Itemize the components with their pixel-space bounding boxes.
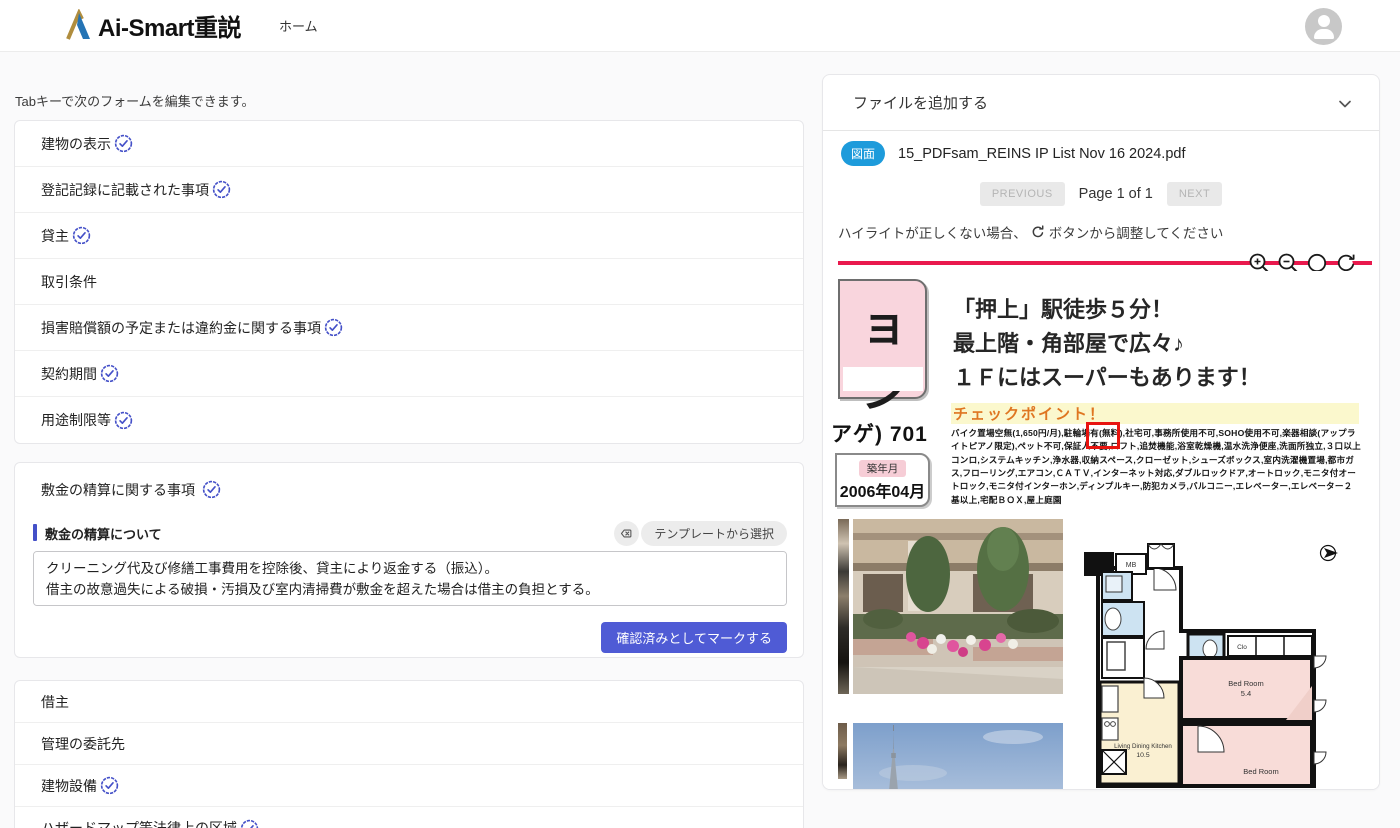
svg-text:Bed Room: Bed Room [1228, 679, 1263, 688]
app-root: Ai-Smart重説 ホーム Tabキーで次のフォームを編集できます。 建物の表… [0, 0, 1400, 828]
page-indicator: Page 1 of 1 [1079, 186, 1153, 202]
add-file-label: ファイルを追加する [853, 92, 988, 113]
section-row-lessee[interactable]: 借主 [15, 681, 803, 723]
form-sections-card-top: 建物の表示 登記記録に記載された事項 貸主 取引条件 損害賠償額の予定または違約… [14, 120, 804, 444]
checked-badge-icon [100, 364, 119, 383]
section-row-use-restrictions[interactable]: 用途制限等 [15, 397, 803, 443]
property-photo-skytree [853, 723, 1063, 790]
next-page-button[interactable]: NEXT [1167, 182, 1222, 206]
select-template-button[interactable]: テンプレートから選択 [641, 521, 787, 546]
top-navbar: Ai-Smart重説 ホーム [0, 0, 1400, 52]
field-accent-bar [33, 524, 37, 541]
pdf-viewer-panel: ファイルを追加する 図面 15_PDFsam_REINS IP List Nov… [822, 74, 1380, 790]
brand-title: Ai-Smart重説 [98, 8, 241, 43]
previous-page-button[interactable]: PREVIOUS [980, 182, 1065, 206]
deposit-settlement-textarea[interactable]: クリーニング代及び修繕工事費用を控除後、貸主により返金する（振込）。 借主の故意… [33, 551, 787, 606]
pdf-page: ョン アゲ) 701 築年月 2006年04月 「押上」駅徒歩５分！ 最上階・角… [823, 271, 1380, 790]
deposit-settlement-card: 敷金の精算に関する事項 敷金の精算について テンプレートから選択 クリーニング代… [14, 462, 804, 658]
deposit-field-header: 敷金の精算について テンプレートから選択 [33, 521, 787, 545]
deposit-field-label: 敷金の精算について [45, 524, 162, 543]
form-hint-text: Tabキーで次のフォームを編集できます。 [15, 91, 255, 110]
section-row-building-equipment[interactable]: 建物設備 [15, 765, 803, 807]
brand-logo-icon [64, 9, 94, 43]
chevron-down-icon[interactable] [1337, 96, 1353, 112]
avatar-person-icon [1318, 15, 1330, 27]
checked-badge-icon [100, 776, 119, 795]
floor-plan: MB Clo [1076, 536, 1361, 790]
form-sections-card-bottom: 借主 管理の委託先 建物設備 ハザードマップ等法律上の区域 [14, 680, 804, 828]
checked-badge-icon [72, 226, 91, 245]
svg-text:Clo: Clo [1237, 644, 1247, 651]
pagination: PREVIOUS Page 1 of 1 NEXT [823, 182, 1379, 206]
deposit-section-title[interactable]: 敷金の精算に関する事項 [41, 480, 221, 500]
pdf-built-date-box: 築年月 2006年04月 [835, 453, 930, 507]
photo-strip [838, 723, 847, 779]
red-highlight-marker [1086, 422, 1120, 449]
brand-logo[interactable]: Ai-Smart重説 [64, 8, 241, 43]
backspace-icon [619, 526, 634, 541]
pdf-headline: 「押上」駅徒歩５分！ 最上階・角部屋で広々♪ １Ｆにはスーパーもあります！ [953, 293, 1373, 395]
built-date-value: 2006年04月 [837, 478, 928, 502]
pdf-checkpoint-bar: チェックポイント！ [951, 403, 1359, 424]
nav-home-link[interactable]: ホーム [279, 16, 318, 35]
section-row-damages[interactable]: 損害賠償額の予定または違約金に関する事項 [15, 305, 803, 351]
photo-strip [838, 519, 849, 694]
pdf-property-name-box: ョン [838, 279, 927, 399]
file-name: 15_PDFsam_REINS IP List Nov 16 2024.pdf [898, 146, 1185, 162]
mark-confirmed-button[interactable]: 確認済みとしてマークする [601, 622, 787, 653]
section-row-building-display[interactable]: 建物の表示 [15, 121, 803, 167]
svg-text:5.4: 5.4 [1241, 689, 1251, 698]
checked-badge-icon [114, 134, 133, 153]
add-file-accordion[interactable]: ファイルを追加する [823, 75, 1379, 131]
section-row-contract-period[interactable]: 契約期間 [15, 351, 803, 397]
clear-field-button[interactable] [614, 521, 639, 546]
pdf-unit-number: アゲ) 701 [831, 418, 935, 448]
checked-badge-icon [212, 180, 231, 199]
svg-text:MB: MB [1126, 562, 1137, 569]
svg-text:Bed Room: Bed Room [1243, 767, 1278, 776]
section-row-registry-items[interactable]: 登記記録に記載された事項 [15, 167, 803, 213]
built-date-label: 築年月 [859, 460, 907, 477]
checked-badge-icon [324, 318, 343, 337]
rotate-icon [1030, 224, 1046, 240]
section-row-management-contractor[interactable]: 管理の委託先 [15, 723, 803, 765]
section-row-hazard-map[interactable]: ハザードマップ等法律上の区域 [15, 807, 803, 828]
highlight-adjust-notice: ハイライトが正しくない場合、 ボタンから調整してください [838, 222, 1223, 242]
section-row-transaction-terms[interactable]: 取引条件 [15, 259, 803, 305]
checked-badge-icon [202, 480, 221, 499]
svg-text:10.5: 10.5 [1136, 752, 1149, 759]
section-row-lessor[interactable]: 貸主 [15, 213, 803, 259]
svg-text:Living Dining Kitchen: Living Dining Kitchen [1114, 743, 1172, 750]
checked-badge-icon [240, 819, 259, 828]
checked-badge-icon [114, 411, 133, 430]
file-type-badge: 図面 [841, 141, 885, 166]
current-file-row[interactable]: 図面 15_PDFsam_REINS IP List Nov 16 2024.p… [841, 141, 1185, 166]
user-avatar[interactable] [1305, 8, 1342, 45]
property-photo-courtyard [853, 519, 1063, 694]
pdf-features-text: バイク置場空無(1,650円/月),駐輪場有(無料),社宅可,事務所使用不可,S… [951, 427, 1361, 507]
